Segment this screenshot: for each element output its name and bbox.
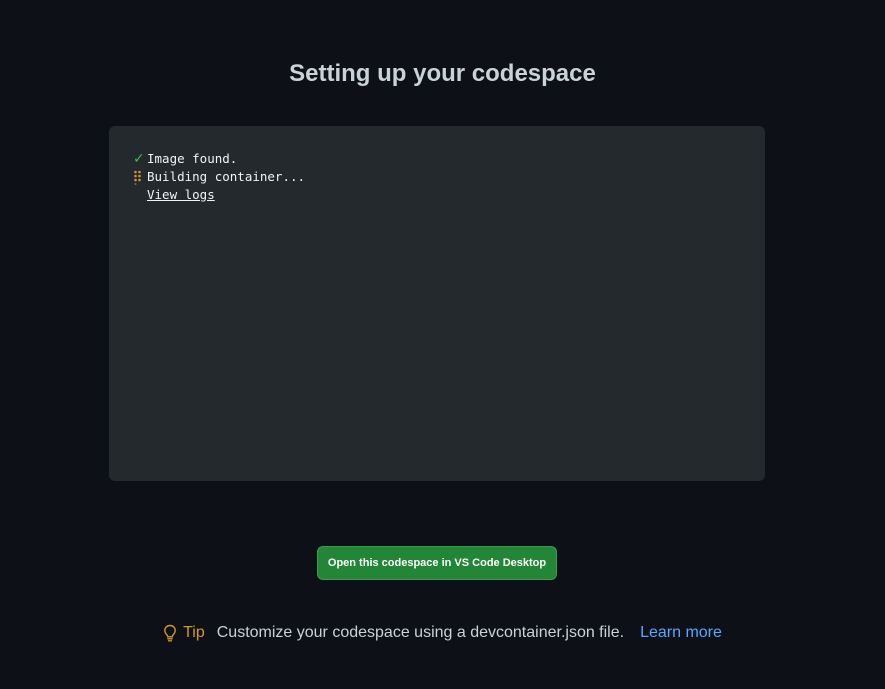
open-in-vscode-desktop-button[interactable]: Open this codespace in VS Code Desktop (317, 546, 557, 580)
log-text: Image found. (147, 151, 238, 166)
tip-text: Customize your codespace using a devcont… (216, 624, 625, 641)
setup-log: ✓ Image found. Building container... Vie… (133, 150, 305, 204)
log-line-image-found: ✓ Image found. (133, 150, 305, 168)
spinner-icon (133, 168, 147, 186)
view-logs-link[interactable]: View logs (147, 186, 215, 204)
tip-label: Tip (183, 624, 205, 641)
codespace-setup-page: Setting up your codespace ✓ Image found. (0, 0, 885, 689)
tip-bar: Tip Customize your codespace using a dev… (0, 623, 885, 643)
log-text: Building container... (147, 169, 306, 184)
check-icon: ✓ (133, 151, 145, 167)
log-line-view-logs: View logs (133, 186, 305, 204)
setup-log-panel: ✓ Image found. Building container... Vie… (109, 126, 765, 481)
log-line-building-container: Building container... (133, 168, 305, 186)
lightbulb-icon (163, 623, 179, 643)
page-title: Setting up your codespace (289, 60, 596, 87)
learn-more-link[interactable]: Learn more (640, 624, 722, 642)
